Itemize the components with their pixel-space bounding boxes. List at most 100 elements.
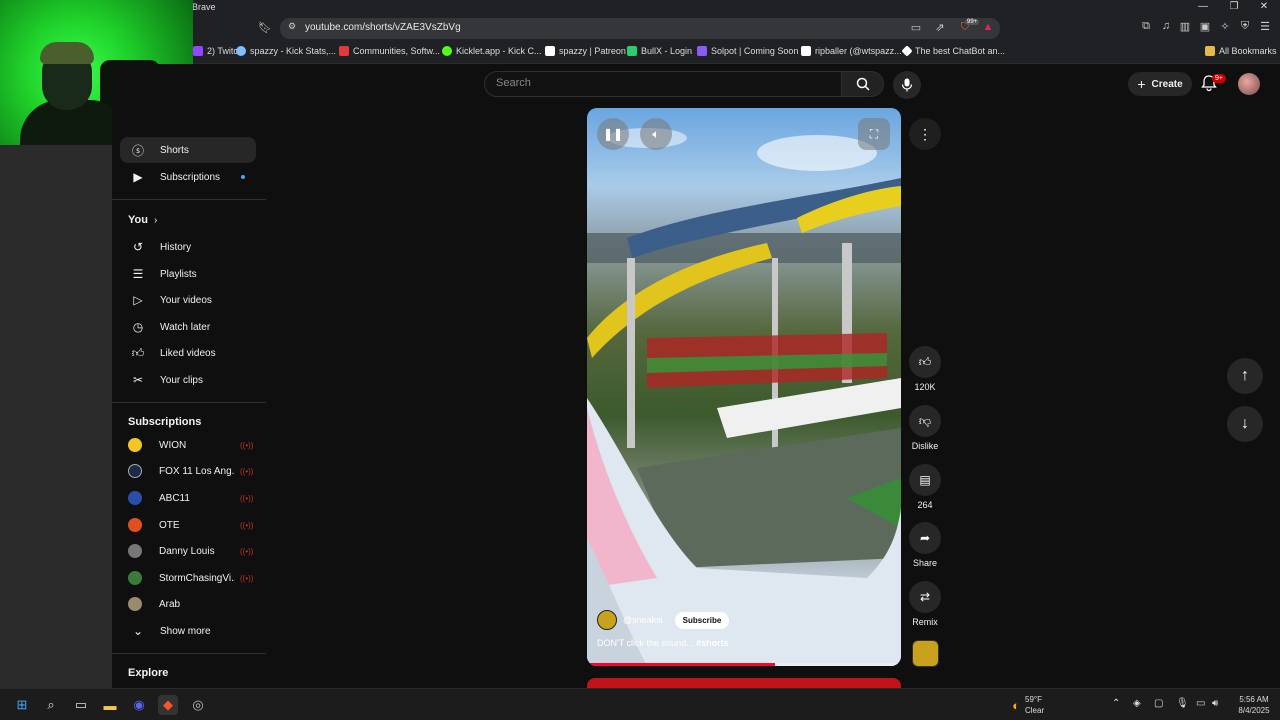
address-bar[interactable]: ⚙︎ youtube.com/shorts/vZAE3VsZbVg ▭ ⇗ ⛉ … <box>280 18 1000 39</box>
chatbot-icon <box>901 45 913 57</box>
obs-icon[interactable]: ◎ <box>188 695 208 715</box>
explore-heading: Explore <box>128 667 169 679</box>
sidebar-item-your-clips[interactable]: ✂ Your clips <box>120 367 256 393</box>
chevron-down-icon: ⌄ <box>132 624 144 638</box>
search-input[interactable] <box>496 77 816 89</box>
remix-button[interactable]: ⇄ <box>909 581 941 613</box>
sidebar-item-your-videos[interactable]: ▷ Your videos <box>120 287 256 313</box>
bookmark-item[interactable]: spazzy - Kick Stats,... <box>236 46 336 56</box>
bookmark-item[interactable]: BullX - Login <box>627 46 692 56</box>
your-videos-icon: ▷ <box>133 293 143 307</box>
channel-name[interactable]: @sneaksi <box>623 615 663 625</box>
pause-button[interactable]: ❚❚ <box>597 118 629 150</box>
live-icon: ((•)) <box>240 440 254 450</box>
remix-label: Remix <box>912 617 938 627</box>
bookmark-item[interactable]: Communities, Softw... <box>339 46 440 56</box>
create-button[interactable]: + Create <box>1128 72 1192 96</box>
fullscreen-button[interactable]: ⛶ <box>858 118 890 150</box>
voice-search-button[interactable] <box>893 71 921 99</box>
tray-app-icon[interactable]: ▢ <box>1154 698 1163 709</box>
all-bookmarks[interactable]: All Bookmarks <box>1205 46 1277 56</box>
share-button[interactable]: ➦ <box>909 522 941 554</box>
subscription-item[interactable]: StormChasingVi... ((•)) <box>120 565 256 591</box>
bookmark-item[interactable]: Solpot | Coming Soon <box>697 46 798 56</box>
wallet-icon[interactable]: ▣ <box>1197 20 1213 33</box>
tray-app-icon[interactable]: ◈ <box>1133 698 1141 709</box>
subscription-item[interactable]: WION ((•)) <box>120 432 256 458</box>
system-clock[interactable]: 5:56 AM 8/4/2025 <box>1230 694 1278 716</box>
sidebar-item-watch-later[interactable]: ◷ Watch later <box>120 314 256 340</box>
chevron-up-icon[interactable]: ⌃ <box>1112 698 1120 709</box>
discord-icon[interactable]: ◉ <box>129 695 149 715</box>
subscribe-button[interactable]: Subscribe <box>674 611 730 629</box>
bookmark-icon[interactable]: 🔖︎ <box>257 21 273 34</box>
progress-bar[interactable] <box>587 663 901 666</box>
volume-icon: 🔈︎ <box>652 126 660 141</box>
volume-button[interactable]: 🔈︎ <box>640 118 672 150</box>
solpot-icon <box>697 46 707 56</box>
divider <box>112 199 266 200</box>
task-view-icon[interactable]: ▭ <box>71 695 91 715</box>
comment-count: 264 <box>917 500 933 510</box>
search-icon[interactable]: ⌕ <box>41 695 61 715</box>
previous-short-button[interactable]: ↑ <box>1227 358 1263 394</box>
subscription-item[interactable]: OTE ((•)) <box>120 512 256 538</box>
bookmark-item[interactable]: Kicklet.app - Kick C... <box>442 46 542 56</box>
more-options-button[interactable]: ⋮ <box>909 118 941 150</box>
restore-icon[interactable]: ❐ <box>1219 1 1249 12</box>
search-box[interactable] <box>484 71 842 97</box>
menu-icon[interactable]: ☰ <box>1257 20 1273 33</box>
subscription-item[interactable]: Arab <box>120 591 256 617</box>
arrow-down-icon: ↓ <box>1241 415 1249 432</box>
clock-date: 8/4/2025 <box>1238 706 1270 715</box>
volume-icon[interactable]: 🔊︎ <box>1212 698 1218 709</box>
vpn-icon[interactable]: ⛨ <box>1237 20 1253 33</box>
sidebar-item-liked-videos[interactable]: 👍︎ Liked videos <box>120 340 256 366</box>
site-info-icon[interactable]: ⚙︎ <box>284 21 300 32</box>
you-heading[interactable]: You › <box>128 214 157 226</box>
subscription-item[interactable]: FOX 11 Los Ang... ((•)) <box>120 458 256 484</box>
x-icon <box>801 46 811 56</box>
sound-thumbnail[interactable] <box>912 640 939 667</box>
windows-start-icon[interactable]: ⊞ <box>12 695 32 715</box>
brave-browser-icon[interactable]: ◆ <box>158 695 178 715</box>
account-avatar[interactable] <box>1238 73 1260 95</box>
channel-avatar <box>128 518 142 532</box>
next-short-button[interactable]: ↓ <box>1227 406 1263 442</box>
network-icon[interactable]: ▭ <box>1196 698 1205 709</box>
bookmark-item[interactable]: The best ChatBot an... <box>901 45 1005 57</box>
like-button[interactable]: 👍︎ <box>909 346 941 378</box>
liked-videos-icon: 👍︎ <box>131 345 145 360</box>
bookmark-item[interactable]: spazzy | Patreon <box>545 46 626 56</box>
brave-rewards-icon[interactable]: ▲ <box>980 21 996 33</box>
short-video-player[interactable]: ❚❚ 🔈︎ ⛶ @sneaksi Subscribe DON'T click t… <box>587 108 901 666</box>
search-button[interactable] <box>842 71 884 97</box>
sidebar-item-history[interactable]: ↺ History <box>120 234 256 260</box>
weather-widget[interactable]: 59°F Clear <box>1025 694 1044 716</box>
hashtag-link[interactable]: #shorts <box>696 638 729 648</box>
history-icon: ↺ <box>132 240 144 254</box>
close-icon[interactable]: ✕ <box>1249 1 1279 12</box>
file-explorer-icon[interactable]: ▬ <box>100 695 120 715</box>
sidebar-item-subscriptions[interactable]: ▶︎ Subscriptions <box>120 164 256 190</box>
channel-avatar[interactable] <box>597 610 617 630</box>
sidebar-item-playlists[interactable]: ☰ Playlists <box>120 261 256 287</box>
kick-stats-icon <box>236 46 246 56</box>
leo-ai-icon[interactable]: ✧ <box>1217 20 1233 33</box>
url-text[interactable]: youtube.com/shorts/vZAE3VsZbVg <box>305 22 461 33</box>
new-content-dot <box>241 175 245 179</box>
show-more-button[interactable]: ⌄ Show more <box>120 618 256 644</box>
bookmark-item[interactable]: ripballer (@wtspazz... <box>801 46 902 56</box>
extensions-icon[interactable]: ⧉ <box>1138 20 1154 33</box>
dislike-button[interactable]: 👎︎ <box>909 405 941 437</box>
subscription-item[interactable]: Danny Louis ((•)) <box>120 538 256 564</box>
minimize-icon[interactable]: — <box>1188 1 1218 12</box>
comments-button[interactable]: ▤ <box>909 464 941 496</box>
sidebar-item-shorts[interactable]: ⓢ Shorts <box>120 137 256 163</box>
sidebar-toggle-icon[interactable]: ▥ <box>1177 20 1193 33</box>
cast-icon[interactable]: ▭ <box>908 21 924 34</box>
share-page-icon[interactable]: ⇗ <box>932 21 948 34</box>
microphone-icon[interactable]: 🎙︎ <box>1176 698 1189 709</box>
media-icon[interactable]: ♫ <box>1158 20 1174 32</box>
subscription-item[interactable]: ABC11 ((•)) <box>120 485 256 511</box>
